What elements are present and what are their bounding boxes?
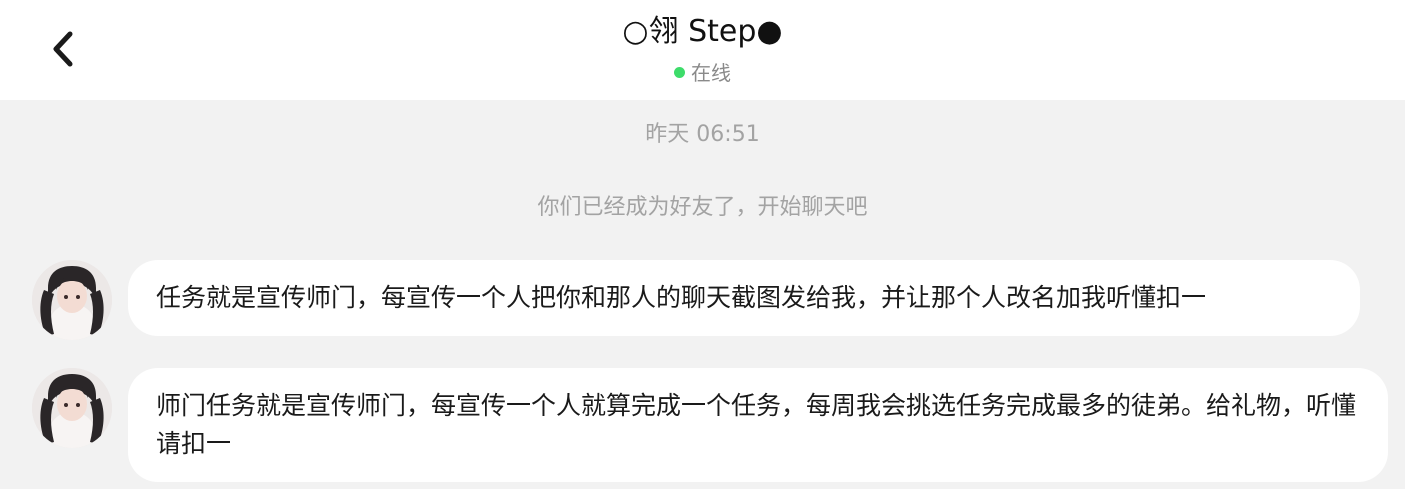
system-note: 你们已经成为好友了，开始聊天吧 [537,195,868,220]
message-bubble[interactable]: 任务就是宣传师门，每宣传一个人把你和那人的聊天截图发给我，并让那个人改名加我听懂… [128,260,1360,336]
online-status: 在线 [0,60,1405,86]
contact-avatar[interactable] [32,260,112,340]
online-dot-icon [674,67,685,78]
contact-avatar[interactable] [32,368,112,448]
message-bubble[interactable]: 师门任务就是宣传师门，每宣传一个人就算完成一个任务，每周我会挑选任务完成最多的徒… [128,368,1388,482]
avatar-photo-icon [32,368,112,448]
chat-header: ○翎 Step● 在线 [0,0,1405,100]
online-status-label: 在线 [691,61,731,85]
avatar-photo-icon [32,260,112,340]
contact-name: ○翎 Step● [622,14,783,49]
message-timestamp: 昨天 06:51 [645,122,760,147]
